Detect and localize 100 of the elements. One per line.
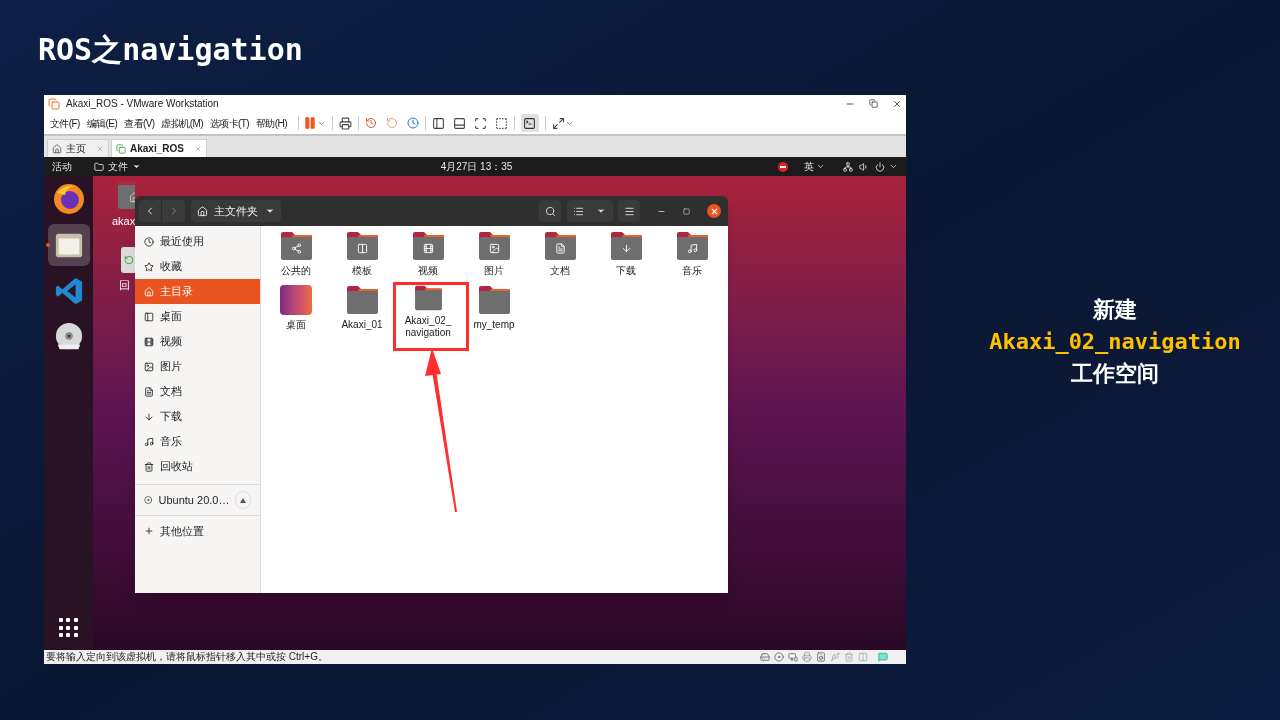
picture-icon [144,361,154,372]
caption-line: Akaxi_02_navigation [989,328,1241,356]
desktop-icon [144,311,154,322]
home-icon [52,143,62,154]
restore-icon[interactable] [869,99,878,108]
file-label[interactable]: 公共的 [271,265,321,277]
menu-item[interactable]: 选项卡(T) [209,115,250,131]
file-label[interactable]: my_temp [469,319,519,331]
caret-icon [816,162,825,171]
sidebar-item[interactable]: 图片 [135,354,260,379]
terminal-icon [523,116,537,130]
sidebar-item[interactable]: 下载 [135,404,260,429]
sidebar-view-icon[interactable] [431,116,445,130]
input-method-menu[interactable]: 英 [804,159,825,174]
sidebar-item[interactable]: 收藏 [135,254,260,279]
file-label[interactable]: Akaxi_02_navigation [403,315,453,339]
path-button[interactable]: 主文件夹 [191,200,281,222]
folder-icon [345,285,379,315]
menu-item[interactable]: 虚拟机(M) [161,115,203,131]
tab[interactable]: 主页 [47,139,109,157]
view-button[interactable] [567,200,613,222]
maximize-icon[interactable] [683,207,690,215]
tab[interactable]: Akaxi_ROS [111,139,207,157]
sidebar-item[interactable]: 音乐 [135,429,260,454]
window-title: Akaxi_ROS - VMware Workstation [66,97,219,111]
menu-item[interactable]: 编辑(E) [86,115,118,131]
sidebar-item[interactable]: 最近使用 [135,229,260,254]
sidebar-item[interactable]: 文档 [135,379,260,404]
folder-icon [279,231,313,261]
caret-icon[interactable] [889,162,898,171]
caret-icon [265,206,275,216]
menu-item[interactable]: 帮助(H) [256,115,287,131]
printer-icon[interactable] [802,652,812,662]
snapshot-manager-icon[interactable] [406,117,419,129]
other-locations-item[interactable]: 其他位置 [135,516,260,546]
thumbnail-view-icon[interactable] [452,116,466,130]
folder-icon [411,231,445,261]
activities-button[interactable]: 活动 [52,159,72,174]
document-icon [144,386,154,397]
file-label[interactable]: 桌面 [271,319,321,331]
menu-item[interactable]: 文件(F) [50,115,80,131]
file-label[interactable]: 视频 [403,265,453,277]
menu-item[interactable]: 查看(V) [124,115,155,131]
music-icon [144,436,154,447]
device-item[interactable]: Ubuntu 20.0… [158,491,230,509]
full-screen-icon[interactable] [473,116,487,130]
folder-icon [477,285,511,315]
status-text: 要将输入定向到该虚拟机，请将鼠标指针移入其中或按 Ctrl+G。 [46,651,328,663]
download-icon [144,411,154,422]
network-icon[interactable] [843,161,853,172]
search-button[interactable] [539,200,561,222]
app-grid-icon[interactable] [58,618,79,638]
file-label[interactable]: Akaxi_01 [337,319,387,331]
clock[interactable]: 4月27日 13：35 [440,159,513,174]
files-dock-icon[interactable] [47,224,90,266]
close-button[interactable] [707,204,721,218]
list-icon [573,205,584,217]
close-icon [709,206,719,216]
file-label[interactable]: 模板 [337,265,387,277]
app-menu[interactable]: 文件 [94,159,141,174]
sound-icon[interactable] [816,652,826,662]
star-icon [144,261,154,272]
close-icon[interactable] [892,98,902,109]
cd-icon[interactable] [774,652,784,662]
file-label[interactable]: 下载 [601,265,651,277]
caret-icon [596,206,606,216]
caption-line: 工作空间 [1071,360,1159,388]
home-icon [144,286,154,297]
back-button[interactable] [139,200,162,222]
sidebar-item[interactable]: 桌面 [135,304,260,329]
console-button[interactable] [520,114,539,132]
file-label[interactable]: 图片 [469,265,519,277]
sidebar-item[interactable]: 回收站 [135,454,260,479]
disc-icon [144,495,153,505]
desktop-icon-label: 回 [119,278,130,293]
menu-button[interactable] [618,200,640,222]
search-icon [544,205,556,217]
unity-icon[interactable] [494,116,508,130]
home-folder-icon[interactable] [118,181,135,209]
snapshot-icon[interactable] [364,117,377,129]
stretch-icon[interactable] [551,116,565,130]
folder-icon [675,231,709,261]
sidebar-item[interactable]: 视频 [135,329,260,354]
power-icon[interactable] [875,161,885,172]
eject-icon [240,497,247,503]
folder-icon [94,161,104,172]
folder-icon [477,231,511,261]
file-label[interactable]: 音乐 [667,265,717,277]
sidebar-item[interactable]: 主目录 [135,279,260,304]
recent-icon [144,236,154,247]
folder-icon [609,231,643,261]
caption-line: 新建 [1093,296,1137,324]
pause-icon[interactable] [302,116,317,130]
file-label[interactable]: 文档 [535,265,585,277]
volume-icon[interactable] [859,161,869,172]
slide-title: ROS之navigation [38,31,304,69]
vmware-logo-icon [48,97,60,110]
vm-icon [116,143,126,154]
trash-icon [144,461,154,472]
menu-icon [623,205,635,217]
